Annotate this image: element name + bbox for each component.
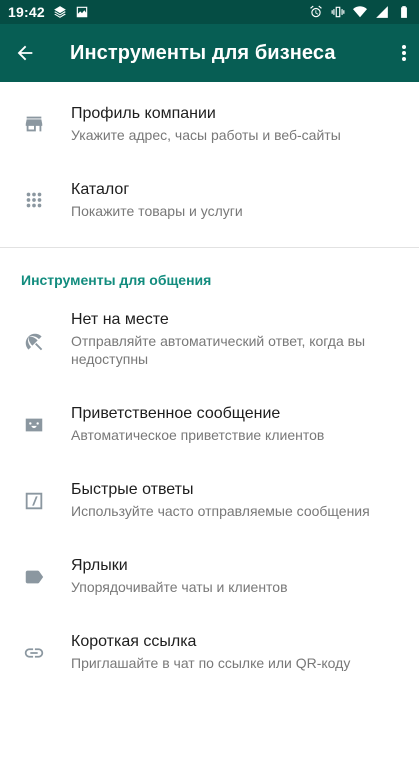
item-subtitle: Отправляйте автоматический ответ, когда … (71, 333, 366, 367)
section-header: Инструменты для общения (21, 272, 212, 288)
item-title: Профиль компании (71, 105, 216, 122)
list-item-short-link[interactable]: Короткая ссылка Приглашайте в чат по ссы… (0, 630, 419, 680)
back-button[interactable] (0, 24, 50, 82)
more-vert-icon (402, 45, 406, 61)
link-icon (22, 641, 46, 665)
item-subtitle: Приглашайте в чат по ссылке или QR-коду (71, 655, 351, 671)
wifi-icon (353, 5, 367, 19)
item-subtitle: Используйте часто отправляемые сообщения (71, 503, 370, 519)
status-time: 19:42 (8, 4, 45, 20)
page-title: Инструменты для бизнеса (70, 41, 336, 64)
item-title: Ярлыки (71, 557, 128, 574)
item-title: Приветственное сообщение (71, 405, 281, 422)
vibrate-icon (331, 5, 345, 19)
gallery-icon (75, 5, 89, 19)
item-text: Нет на месте Отправляйте автоматический … (71, 310, 405, 368)
list-item-catalog[interactable]: Каталог Покажите товары и услуги (0, 176, 419, 236)
section-divider (0, 247, 419, 248)
arrow-back-icon (17, 45, 33, 61)
item-subtitle: Упорядочивайте чаты и клиентов (71, 579, 288, 595)
beach-umbrella-icon (22, 330, 46, 354)
item-subtitle: Покажите товары и услуги (71, 203, 243, 219)
list-item-away-message[interactable]: Нет на месте Отправляйте автоматический … (0, 308, 419, 372)
item-text: Профиль компании Укажите адрес, часы раб… (71, 104, 405, 144)
alarm-icon (309, 5, 323, 19)
item-title: Каталог (71, 181, 130, 198)
item-title: Быстрые ответы (71, 481, 194, 498)
status-left: 19:42 (8, 4, 89, 20)
status-right (309, 5, 411, 19)
quick-reply-icon (22, 489, 46, 513)
more-options-button[interactable] (389, 24, 419, 82)
greeting-icon (22, 413, 46, 437)
list-item-business-profile[interactable]: Профиль компании Укажите адрес, часы раб… (0, 100, 419, 160)
item-title: Нет на месте (71, 311, 169, 328)
item-text: Короткая ссылка Приглашайте в чат по ссы… (71, 632, 405, 672)
battery-icon (397, 5, 411, 19)
item-text: Приветственное сообщение Автоматическое … (71, 404, 405, 444)
store-icon (22, 112, 46, 136)
list-item-labels[interactable]: Ярлыки Упорядочивайте чаты и клиентов (0, 554, 419, 604)
item-text: Каталог Покажите товары и услуги (71, 180, 405, 220)
item-text: Ярлыки Упорядочивайте чаты и клиентов (71, 556, 405, 596)
label-icon (22, 565, 46, 589)
list-item-quick-replies[interactable]: Быстрые ответы Используйте часто отправл… (0, 478, 419, 528)
list-item-greeting-message[interactable]: Приветственное сообщение Автоматическое … (0, 402, 419, 452)
app-bar: Инструменты для бизнеса (0, 24, 419, 82)
item-subtitle: Укажите адрес, часы работы и веб-сайты (71, 127, 341, 143)
signal-icon (375, 5, 389, 19)
grid-dots-icon (22, 188, 46, 212)
item-subtitle: Автоматическое приветствие клиентов (71, 427, 325, 443)
item-text: Быстрые ответы Используйте часто отправл… (71, 480, 405, 520)
layers-icon (53, 5, 67, 19)
status-bar: 19:42 (0, 0, 419, 24)
item-title: Короткая ссылка (71, 633, 197, 650)
